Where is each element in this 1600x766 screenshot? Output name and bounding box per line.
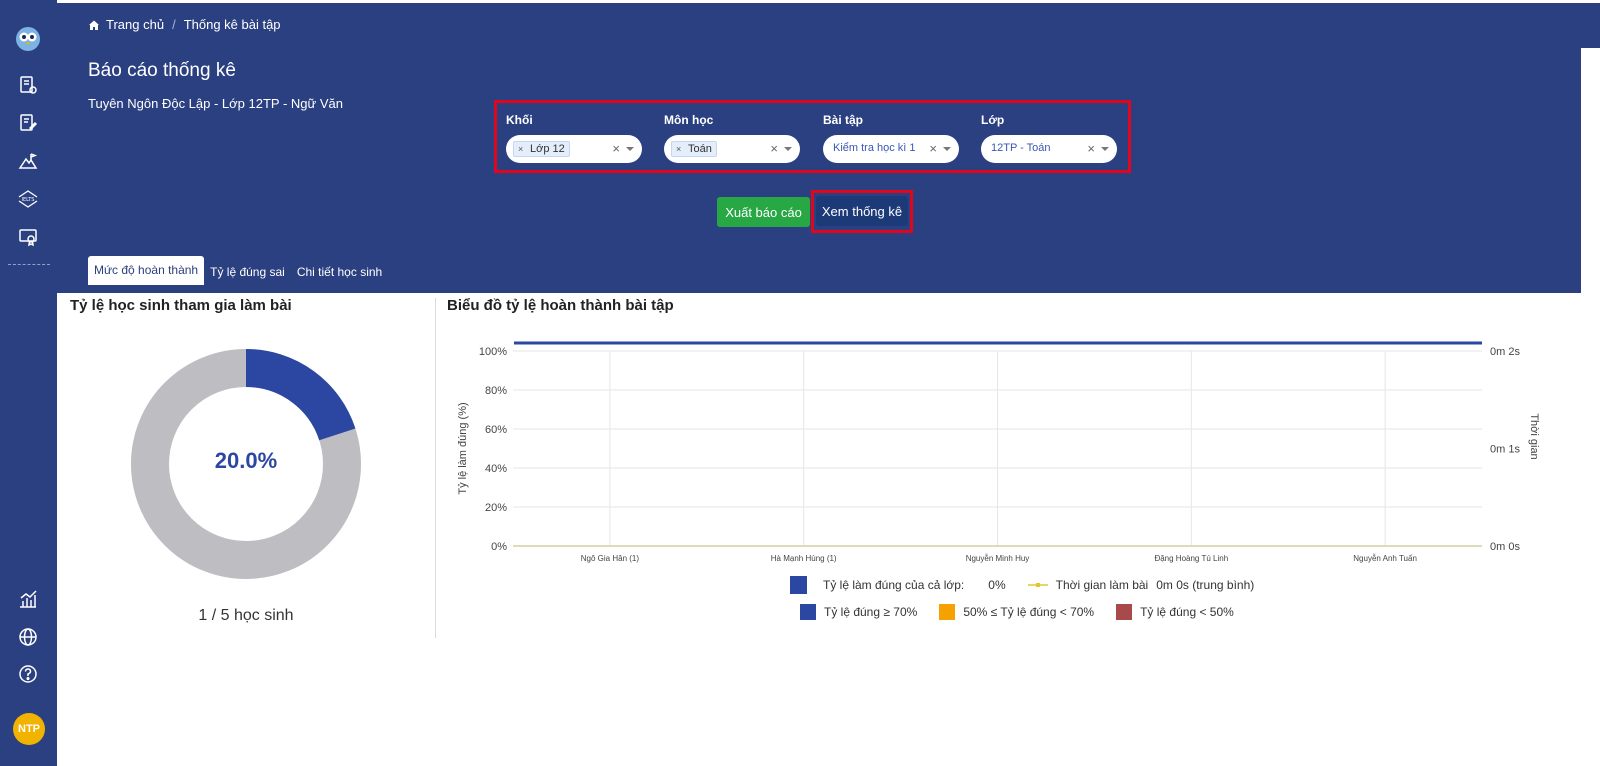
y-tick-label: 0% (491, 541, 507, 553)
legend-time-value: 0m 0s (trung bình) (1156, 578, 1255, 592)
home-icon[interactable] (88, 19, 100, 31)
legend-class-rate-label: Tỷ lệ làm đúng của cả lớp: (823, 578, 965, 592)
view-statistics-button[interactable]: Xem thống kê (816, 196, 908, 226)
chevron-down-icon[interactable] (784, 147, 792, 151)
legend-band-low-label: Tỷ lệ đúng < 50% (1140, 605, 1234, 619)
assignment-value: Kiểm tra học kì 1 (833, 142, 916, 154)
breadcrumb-home[interactable]: Trang chủ (106, 17, 164, 32)
edit-document-icon[interactable] (15, 110, 41, 136)
donut-participated-slice (245, 349, 356, 441)
remove-tag-icon[interactable]: × (676, 142, 681, 156)
y2-tick-label: 0m 1s (1490, 444, 1520, 456)
y-tick-label: 20% (485, 502, 507, 514)
y-tick-label: 80% (485, 385, 507, 397)
filter-grade: Khối × Lớp 12 × (506, 113, 642, 163)
assignment-report-icon[interactable] (15, 72, 41, 98)
ielts-icon[interactable]: IELTS (15, 186, 41, 212)
filter-class-label: Lớp (981, 113, 1005, 127)
svg-text:IELTS: IELTS (22, 197, 35, 203)
filter-grade-label: Khối (506, 113, 533, 127)
chevron-down-icon[interactable] (626, 147, 634, 151)
participation-percent: 20.0% (214, 448, 278, 473)
sidebar-divider (8, 264, 50, 265)
filter-subject: Môn học × Toán × (664, 113, 800, 163)
left-sidebar: IELTS NTP (0, 0, 57, 766)
page-subtitle: Tuyên Ngôn Độc Lập - Lớp 12TP - Ngữ Văn (88, 96, 343, 111)
legend-swatch-high (800, 604, 816, 620)
x-tick-label: Hà Mạnh Hùng (1) (771, 554, 837, 563)
legend-band-high-label: Tỷ lệ đúng ≥ 70% (824, 605, 918, 619)
clear-icon[interactable]: × (770, 141, 778, 156)
class-value: 12TP - Toán (991, 142, 1051, 154)
statistics-chart-icon[interactable] (15, 586, 41, 612)
legend-swatch-mid (939, 604, 956, 620)
legend-band-high: Tỷ lệ đúng ≥ 70% (800, 604, 917, 620)
y-tick-label: 60% (485, 424, 507, 436)
y2-tick-label: 0m 0s (1490, 541, 1520, 553)
legend-band-mid-label: 50% ≤ Tỷ lệ đúng < 70% (963, 605, 1095, 619)
breadcrumb-separator: / (172, 17, 176, 32)
remove-tag-icon[interactable]: × (518, 142, 523, 156)
panel-divider (435, 298, 436, 638)
x-tick-label: Nguyễn Anh Tuấn (1353, 554, 1417, 563)
tab-student-details[interactable]: Chi tiết học sinh (291, 259, 388, 285)
owl-logo-icon[interactable] (14, 24, 42, 52)
y-tick-label: 40% (485, 463, 507, 475)
class-select[interactable]: 12TP - Toán × (981, 135, 1117, 163)
chart-legend-summary: Tỷ lệ làm đúng của cả lớp: 0% Thời gian … (790, 576, 1254, 594)
grade-select[interactable]: × Lớp 12 × (506, 135, 642, 163)
breadcrumb-current: Thống kê bài tập (183, 17, 281, 32)
y-tick-label: 100% (479, 346, 507, 358)
chevron-down-icon[interactable] (1101, 147, 1109, 151)
legend-band-mid: 50% ≤ Tỷ lệ đúng < 70% (939, 604, 1094, 620)
top-edge (57, 0, 1600, 3)
tab-correct-rate[interactable]: Tỷ lệ đúng sai (204, 259, 291, 285)
y2-axis-title: Thời gian (1528, 413, 1540, 459)
app: IELTS NTP Trang chủ / Thống kê bài tập B… (0, 0, 1600, 766)
legend-time-line-icon (1027, 583, 1048, 587)
x-tick-label: Đặng Hoàng Tú Linh (1154, 554, 1228, 563)
y2-tick-label: 0m 2s (1490, 346, 1520, 358)
clear-icon[interactable]: × (612, 141, 620, 156)
breadcrumb: Trang chủ / Thống kê bài tập (88, 17, 281, 32)
chart-legend-bands: Tỷ lệ đúng ≥ 70% 50% ≤ Tỷ lệ đúng < 70% … (800, 604, 1256, 620)
completion-chart-title: Biểu đồ tỷ lệ hoàn thành bài tập (447, 297, 674, 314)
y-axis-title: Tỷ lệ làm đúng (%) (457, 402, 469, 494)
x-tick-label: Ngô Gia Hân (1) (581, 554, 640, 563)
assignment-select[interactable]: Kiểm tra học kì 1 × (823, 135, 959, 163)
legend-class-rate-value: 0% (988, 578, 1006, 592)
grade-tag-value: Lớp 12 (530, 143, 565, 155)
subject-select[interactable]: × Toán × (664, 135, 800, 163)
help-icon[interactable] (15, 661, 41, 687)
user-avatar[interactable]: NTP (13, 713, 45, 745)
export-report-button[interactable]: Xuất báo cáo (717, 197, 810, 227)
certificate-icon[interactable] (15, 224, 41, 250)
x-tick-label: Nguyễn Minh Huy (966, 554, 1030, 563)
grade-tag: × Lớp 12 (513, 141, 570, 157)
subject-tag-value: Toán (688, 143, 712, 155)
tab-completion-level[interactable]: Mức độ hoàn thành (88, 256, 205, 285)
globe-icon[interactable] (15, 624, 41, 650)
filters-panel: Khối × Lớp 12 × Môn học × Toán × Bài tập K… (494, 100, 1131, 173)
page-title: Báo cáo thống kê (88, 60, 236, 81)
clear-icon[interactable]: × (1087, 141, 1095, 156)
clear-icon[interactable]: × (929, 141, 937, 156)
tab-bar: Mức độ hoàn thành Tỷ lệ đúng sai Chi tiế… (88, 256, 388, 285)
legend-time-label: Thời gian làm bài (1055, 578, 1149, 592)
legend-swatch-low (1116, 604, 1133, 620)
legend-band-low: Tỷ lệ đúng < 50% (1116, 604, 1234, 620)
filter-assignment: Bài tập Kiểm tra học kì 1 × (823, 113, 959, 163)
participation-title: Tỷ lệ học sinh tham gia làm bài (70, 297, 292, 314)
filter-class: Lớp 12TP - Toán × (981, 113, 1117, 163)
chevron-down-icon[interactable] (943, 147, 951, 151)
legend-swatch-class-rate (790, 576, 807, 594)
subject-tag: × Toán (671, 141, 717, 157)
participation-caption: 1 / 5 học sinh (198, 607, 294, 624)
filter-subject-label: Môn học (664, 113, 714, 127)
mountain-flag-icon[interactable] (15, 148, 41, 174)
filter-assignment-label: Bài tập (823, 113, 864, 127)
